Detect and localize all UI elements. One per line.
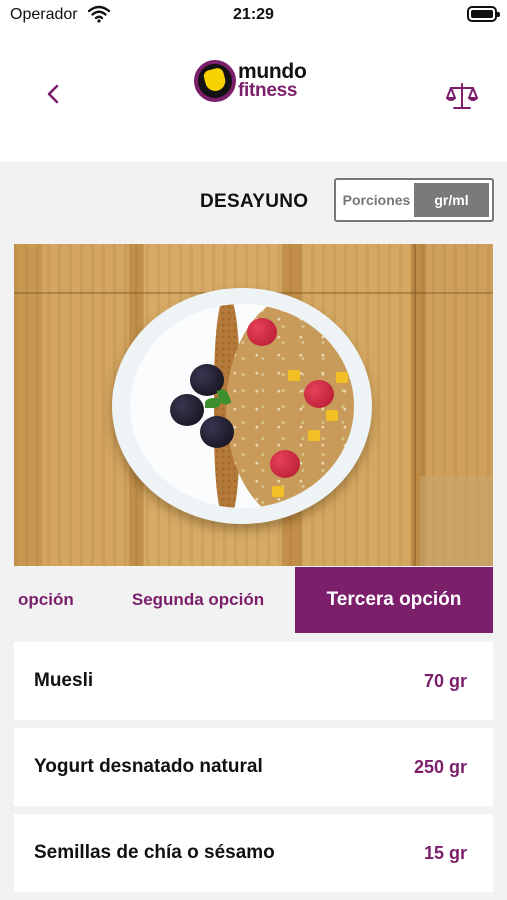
toggle-option-grml[interactable]: gr/ml — [414, 183, 489, 217]
ingredient-name: Muesli — [34, 670, 94, 691]
ingredient-name: Semillas de chía o sésamo — [34, 842, 275, 863]
scale-button[interactable] — [445, 80, 479, 112]
scale-icon — [446, 83, 478, 109]
option-tabs: opción Segunda opción Tercera opción — [0, 567, 507, 633]
meal-photo — [14, 244, 493, 566]
meal-title: DESAYUNO — [200, 191, 309, 212]
ingredient-qty: 70 gr — [423, 671, 467, 691]
ingredient-row: Semillas de chía o sésamo 15 gr — [14, 814, 493, 892]
battery-icon — [467, 6, 500, 22]
ingredient-row: Muesli 70 gr — [14, 642, 493, 720]
ingredient-qty: 250 gr — [413, 757, 467, 777]
logo-word-fitness: fitness — [238, 80, 298, 101]
tab-second-option[interactable]: Segunda opción — [110, 567, 286, 633]
logo-fist-icon — [194, 60, 236, 102]
clock: 21:29 — [233, 6, 274, 23]
unit-toggle[interactable]: Porciones gr/ml — [334, 178, 494, 222]
back-button[interactable] — [40, 80, 68, 108]
app-header: mundo fitness — [0, 32, 507, 162]
toggle-option-porciones[interactable]: Porciones — [339, 183, 414, 217]
ingredient-qty: 15 gr — [423, 843, 467, 863]
tab-first-option[interactable]: opción — [0, 567, 90, 633]
ingredient-row: Yogurt desnatado natural 250 gr — [14, 728, 493, 806]
ingredient-name: Yogurt desnatado natural — [34, 756, 263, 777]
status-bar: Operador 21:29 — [0, 0, 507, 32]
tab-third-option[interactable]: Tercera opción — [295, 567, 493, 633]
app-logo: mundo fitness — [194, 58, 324, 108]
chevron-left-icon — [47, 84, 59, 104]
